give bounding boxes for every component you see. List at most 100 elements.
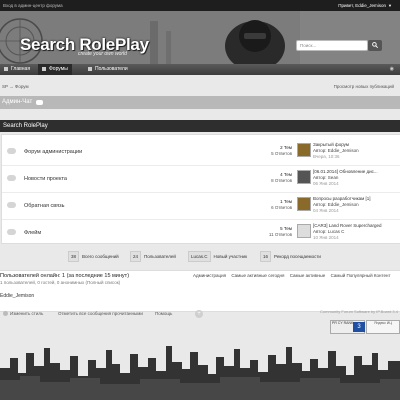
last-post-title[interactable]: [CAR3] Land Rover Supercharged — [313, 223, 382, 228]
pr-value: 3 — [353, 322, 365, 332]
category-title[interactable]: Search RolePlay — [3, 123, 48, 129]
last-post-title[interactable]: [06.01.2014] Обновление дис... — [313, 169, 378, 174]
forum-status-icon — [7, 175, 16, 181]
forum-row: Новости проекта 4 Тем 8 Ответов [06.01.20… — [2, 165, 400, 193]
reply-count: 8 Ответов — [271, 178, 292, 183]
last-post-title[interactable]: Закрытый форум — [313, 142, 349, 147]
city-skyline-image — [0, 346, 400, 400]
view-new-posts-link[interactable]: Просмотр новых публикаций — [334, 84, 394, 89]
last-post-date: Вчера, 10:36 — [313, 154, 340, 159]
last-post-title[interactable]: Вопросы разработчикам [1] — [313, 196, 371, 201]
online-links: Администрация Самые активные сегодня Сам… — [193, 273, 395, 278]
last-post-author[interactable]: Автор: Lucas C — [313, 229, 344, 234]
online-user-link[interactable]: Eddie_Jemison — [0, 293, 34, 299]
topic-count: 5 Тем — [280, 226, 292, 231]
reply-count: 5 Ответов — [271, 151, 292, 156]
forum-row: Обратная связь 1 Тем 6 Ответов Вопросы ра… — [2, 192, 400, 220]
last-post-author[interactable]: Автор: Eddie_Jemison — [313, 202, 359, 207]
forum-title[interactable]: Новости проекта — [24, 176, 67, 182]
tab-home-label: Главная — [11, 66, 31, 72]
forum-title[interactable]: Обратная связь — [24, 203, 65, 209]
forum-row: Форум администрации 2 Тем 5 Ответов Закры… — [2, 138, 400, 166]
link-popular-content[interactable]: Самый Популярный Контент — [331, 273, 391, 278]
search-input[interactable]: Поиск... — [296, 40, 368, 51]
tab-users-label: Пользователи — [95, 66, 128, 72]
forum-status-icon — [7, 229, 16, 235]
stat-posts: 38 Всего сообщений — [68, 251, 119, 262]
avatar[interactable] — [297, 197, 311, 211]
topic-count: 4 Тем — [280, 172, 292, 177]
stat-label: Новый участник — [213, 254, 248, 259]
admin-center-link[interactable]: Вход в админ-центр форума — [3, 3, 63, 8]
change-style-label: Изменить стиль — [10, 311, 44, 316]
forum-stats: 4 Тем 8 Ответов — [252, 172, 292, 184]
tab-forums-label: Форумы — [49, 66, 68, 72]
user-menu[interactable]: Привет, Eddie_Jemison ▼ — [338, 3, 392, 8]
reply-count: 6 Ответов — [271, 205, 292, 210]
pr-cy-badge[interactable]: PR CY RANK 3 — [330, 320, 365, 334]
admin-chat-label: Админ-Чат — [2, 99, 33, 105]
forum-icon — [42, 66, 46, 71]
breadcrumb-path[interactable]: SP → Форум — [2, 84, 29, 89]
link-active-today[interactable]: Самые активные сегодня — [231, 273, 284, 278]
forum-stats: 5 Тем 11 Ответов — [252, 226, 292, 238]
forum-title[interactable]: Флейм — [24, 230, 41, 236]
forum-stats: 1 Тем 6 Ответов — [252, 199, 292, 211]
online-summary[interactable]: 1 пользователей, 0 гостей, 0 анонимных (… — [0, 280, 120, 285]
change-style-link[interactable]: Изменить стиль — [3, 311, 44, 317]
online-heading: Пользователей онлайн: 1 (за последние 15… — [0, 273, 130, 279]
tab-home[interactable]: Главная — [0, 64, 34, 75]
site-tagline: create your own world — [78, 51, 127, 57]
stat-newest: Lucas.C Новый участник — [188, 251, 248, 262]
board-stats: 38 Всего сообщений 24 Пользователей Lucas.… — [0, 251, 400, 262]
tab-forums[interactable]: Форумы — [38, 64, 72, 75]
home-icon — [4, 66, 8, 71]
avatar[interactable] — [297, 224, 311, 238]
pr-label: PR CY RANK — [332, 321, 354, 325]
rss-icon[interactable]: ◉ — [390, 64, 394, 75]
forum-status-icon — [7, 202, 16, 208]
newest-member-link[interactable]: Lucas.C — [188, 251, 211, 262]
breadcrumb: SP → Форум Просмотр новых публикаций — [0, 83, 400, 91]
stat-value: 38 — [68, 251, 80, 262]
chevron-down-icon: ▼ — [388, 3, 392, 8]
forum-status-icon — [7, 148, 16, 154]
stat-record: 16 Рекорд посещаемости — [260, 251, 321, 262]
search-placeholder: Поиск... — [300, 43, 317, 48]
last-post: [06.01.2014] Обновление дис... Автор: Se… — [313, 169, 378, 187]
user-greeting: Привет, Eddie_Jemison — [338, 3, 387, 8]
top-bar: Вход в админ-центр форума Привет, Eddie_… — [0, 0, 400, 11]
scroll-top-icon[interactable]: + — [195, 310, 203, 318]
forum-stats: 2 Тем 5 Ответов — [252, 145, 292, 157]
last-post-date: 04 Янв 2014 — [313, 208, 339, 213]
topic-count: 2 Тем — [280, 145, 292, 150]
stat-label: Рекорд посещаемости — [274, 254, 321, 259]
link-most-active[interactable]: Самые активные — [290, 273, 326, 278]
last-post-author[interactable]: Автор: Eddie_Jemison — [313, 148, 359, 153]
search-button[interactable] — [368, 40, 382, 51]
last-post: [CAR3] Land Rover Supercharged Автор: Lu… — [313, 223, 382, 241]
avatar[interactable] — [297, 143, 311, 157]
category-header: Search RolePlay — [0, 120, 400, 132]
yandex-badge[interactable]: Яндекс ИЦ — [366, 320, 400, 334]
link-administration[interactable]: Администрация — [193, 273, 226, 278]
last-post-author[interactable]: Автор: Sean — [313, 175, 338, 180]
stat-value: 24 — [130, 251, 142, 262]
last-post-date: 10 Янв 2014 — [313, 235, 339, 240]
tab-users[interactable]: Пользователи — [84, 64, 132, 75]
last-post: Вопросы разработчикам [1] Автор: Eddie_J… — [313, 196, 371, 214]
last-post: Закрытый форум Автор: Eddie_Jemison Вчер… — [313, 142, 359, 160]
header-banner: Search RolePlay create your own world По… — [0, 11, 400, 64]
search-icon — [372, 42, 379, 49]
avatar[interactable] — [297, 170, 311, 184]
mark-read-link[interactable]: Отметить все сообщения прочитанными — [58, 311, 143, 316]
powered-by[interactable]: Community Forum Software by IP.Board 3.4 — [320, 309, 398, 314]
stat-label: Всего сообщений — [82, 254, 119, 259]
chat-bubble-icon — [36, 100, 43, 105]
users-icon — [88, 66, 92, 71]
admin-chat-bar[interactable]: Админ-Чат — [0, 96, 400, 109]
stat-users: 24 Пользователей — [130, 251, 176, 262]
forum-title[interactable]: Форум администрации — [24, 149, 82, 155]
help-link[interactable]: Помощь — [155, 311, 172, 316]
stat-label: Пользователей — [144, 254, 176, 259]
